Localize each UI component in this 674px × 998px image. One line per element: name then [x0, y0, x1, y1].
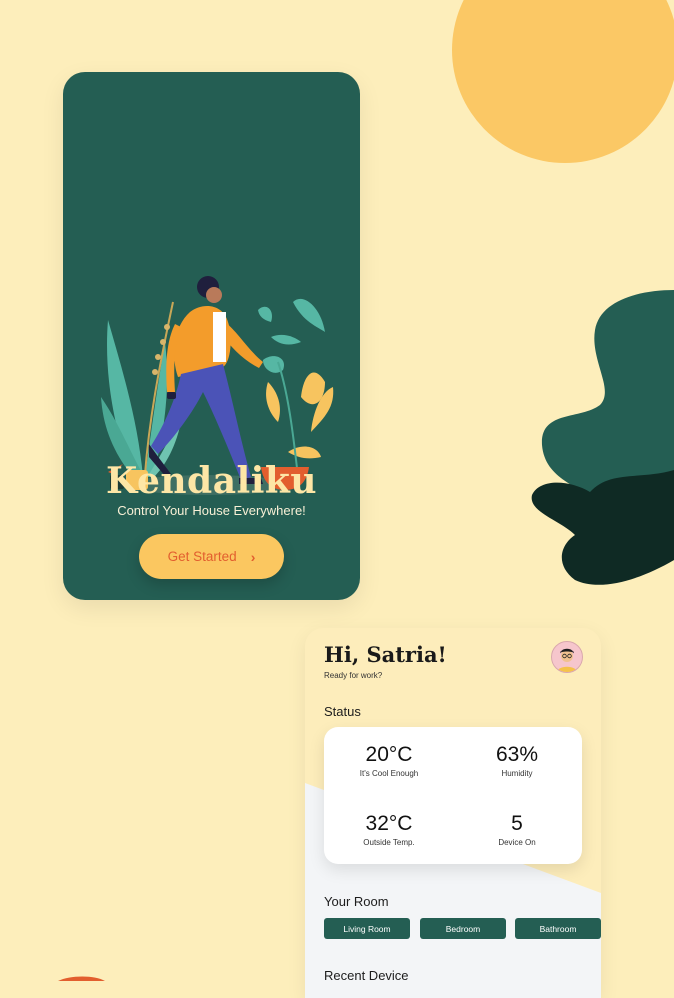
- get-started-button[interactable]: Get Started ›: [139, 534, 284, 579]
- stat-value: 20°C: [365, 743, 413, 766]
- avatar-icon: [557, 648, 577, 672]
- status-card: 20°C It's Cool Enough 63% Humidity 32°C …: [324, 727, 582, 864]
- leaf-shape-dark: [531, 470, 674, 585]
- room-living-room-button[interactable]: Living Room: [324, 918, 410, 939]
- stat-label: Humidity: [501, 769, 533, 778]
- stat-indoor-temp: 20°C It's Cool Enough: [334, 743, 444, 778]
- status-section-label: Status: [324, 704, 361, 719]
- get-started-label: Get Started: [167, 549, 237, 564]
- room-bathroom-button[interactable]: Bathroom: [515, 918, 601, 939]
- leaf-shape-green: [541, 290, 674, 563]
- stat-outside-temp: 32°C Outside Temp.: [334, 812, 444, 847]
- stat-humidity: 63% Humidity: [462, 743, 572, 778]
- stat-value: 32°C: [365, 812, 413, 835]
- app-tagline: Control Your House Everywhere!: [117, 503, 306, 518]
- sun-shape: [452, 0, 674, 163]
- stat-device-on: 5 Device On: [462, 812, 572, 847]
- greeting-title: Hi, Satria!: [324, 642, 447, 667]
- stat-label: Device On: [498, 838, 536, 847]
- stat-label: It's Cool Enough: [359, 769, 419, 778]
- stat-value: 63%: [495, 743, 539, 766]
- rooms-section-label: Your Room: [324, 894, 389, 909]
- room-bedroom-button[interactable]: Bedroom: [420, 918, 506, 939]
- dashboard-card: Hi, Satria! Ready for work? Status 20°C …: [305, 628, 601, 998]
- stat-label: Outside Temp.: [363, 838, 415, 847]
- user-avatar[interactable]: [551, 641, 583, 673]
- onboarding-card: Kendaliku Control Your House Everywhere!…: [63, 72, 360, 600]
- bottom-left-orange-shape: [58, 976, 105, 981]
- chevron-right-icon: ›: [250, 548, 256, 565]
- stat-value: 5: [511, 812, 523, 835]
- greeting-subtitle: Ready for work?: [324, 671, 383, 680]
- app-title: Kendaliku: [105, 460, 318, 502]
